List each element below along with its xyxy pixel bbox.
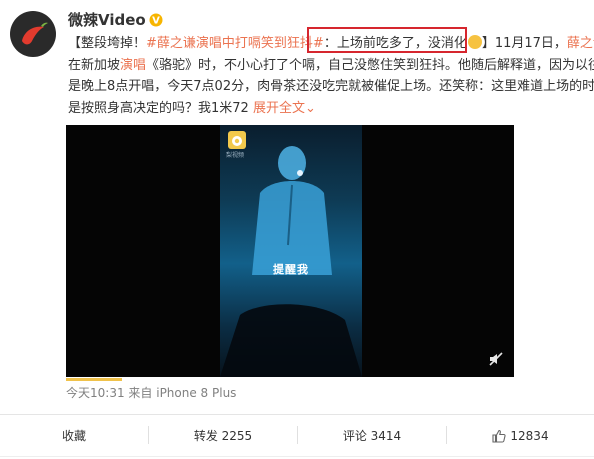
bottom-border <box>0 456 594 457</box>
post-source: 来自 iPhone 8 Plus <box>128 386 237 400</box>
post-date: 】11月17日， <box>481 36 567 51</box>
singer-silhouette-icon <box>220 146 362 377</box>
post-line2-rest: 《骆驼》时，不小心打了个嗝，自己没憋住笑到狂抖。他随后解释道，因为以往都 <box>146 57 594 73</box>
mute-icon[interactable] <box>488 351 504 367</box>
post-line4-text: 是按照身高决定的吗？我1米72 <box>68 100 253 116</box>
post-meta: 今天10:31 来自 iPhone 8 Plus <box>66 384 236 401</box>
comment-button[interactable]: 评论 3414 <box>298 414 446 457</box>
like-count[interactable]: 12834 <box>510 429 548 443</box>
post-line-4: 是按照身高决定的吗？我1米72 展开全文⌄ <box>68 98 594 120</box>
thumbs-up-icon[interactable] <box>492 429 507 443</box>
verified-badge-icon: V <box>149 13 163 26</box>
like-button[interactable]: 12834 <box>447 414 594 457</box>
post-text: 【整段垮掉！#薛之谦演唱中打嗝笑到狂抖#：上场前吃多了，没消化 】11月17日，薛… <box>68 33 594 119</box>
hashtag-link[interactable]: #薛之谦演唱中打嗝笑到狂抖# <box>146 36 324 51</box>
post-line2-prefix: 在新加坡 <box>68 57 121 73</box>
expand-link[interactable]: 展开全文⌄ <box>253 101 316 116</box>
expand-label[interactable]: 展开全文 <box>253 101 305 116</box>
chili-logo-icon <box>22 22 48 45</box>
favorite-button[interactable]: 收藏 <box>0 414 148 457</box>
repost-label[interactable]: 转发 2255 <box>194 427 252 444</box>
chevron-down-icon[interactable]: ⌄ <box>305 101 316 116</box>
repost-button[interactable]: 转发 2255 <box>149 414 297 457</box>
video-progress-bar <box>66 378 122 381</box>
post-line-2: 在新加坡演唱《骆驼》时，不小心打了个嗝，自己没憋住笑到狂抖。他随后解释道，因为以… <box>68 55 594 77</box>
post-line-1: 【整段垮掉！#薛之谦演唱中打嗝笑到狂抖#：上场前吃多了，没消化 】11月17日，薛… <box>68 33 594 55</box>
avatar[interactable] <box>10 11 56 57</box>
post-line-3: 是晚上8点开唱，今天7点02分，肉骨茶还没吃完就被催促上场。还笑称：这里难道上场… <box>68 79 594 94</box>
post-prefix: 【整段垮掉！ <box>68 36 147 51</box>
emoji-icon <box>467 35 482 49</box>
comment-label[interactable]: 评论 3414 <box>343 427 401 444</box>
keyword-link[interactable]: 演唱 <box>120 58 146 73</box>
video-player[interactable]: 梨视频 提醒我 <box>66 125 514 377</box>
author-name[interactable]: 微辣Video V <box>68 9 163 30</box>
favorite-label[interactable]: 收藏 <box>62 427 86 444</box>
video-subtitle: 提醒我 <box>273 263 309 276</box>
author-name-text[interactable]: 微辣Video <box>68 9 146 30</box>
post-time[interactable]: 今天10:31 <box>66 386 125 400</box>
post-quote: ：上场前吃多了，没消化 <box>323 36 467 51</box>
svg-text:V: V <box>152 15 160 26</box>
video-frame: 梨视频 提醒我 <box>220 125 362 377</box>
mention-link[interactable]: 薛之谦 <box>567 36 594 51</box>
